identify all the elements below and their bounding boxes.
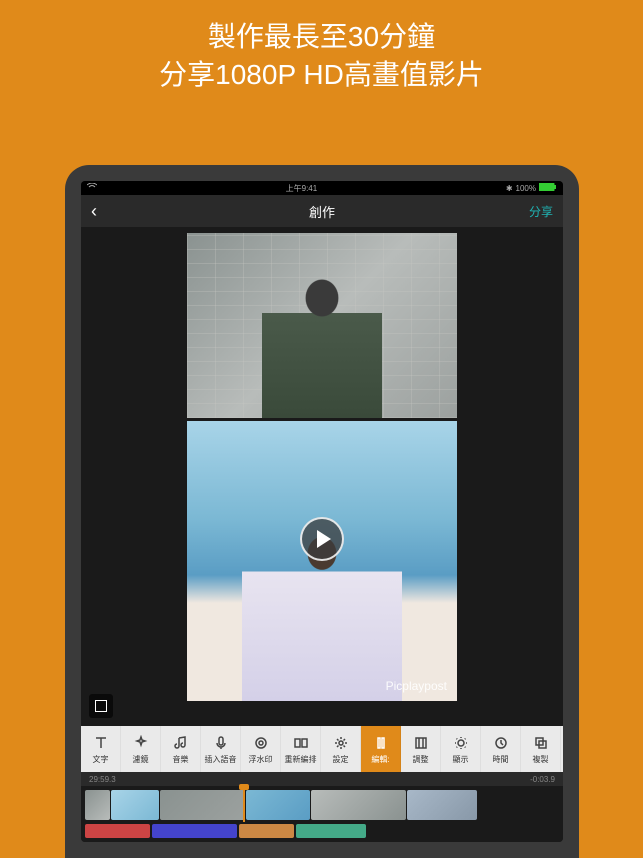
tool-label: 文字 <box>93 754 109 765</box>
tool-display[interactable]: 顯示 <box>441 726 481 772</box>
time-current: 29:59.3 <box>89 775 116 784</box>
reorder-icon <box>292 734 310 752</box>
tool-delete[interactable]: 清除 <box>561 726 563 772</box>
collage-cell-bottom[interactable]: Picplaypost <box>187 421 457 701</box>
music-icon <box>172 734 190 752</box>
tool-reorder[interactable]: 重新編排 <box>281 726 321 772</box>
watermark-text: Picplaypost <box>386 679 447 693</box>
float-icon <box>252 734 270 752</box>
tool-text[interactable]: 文字 <box>81 726 121 772</box>
audio-clip[interactable] <box>296 824 366 838</box>
battery-text: 100% <box>516 184 536 193</box>
audio-clip[interactable] <box>152 824 237 838</box>
time-remaining: -0:03.9 <box>530 775 555 784</box>
video-track[interactable] <box>81 788 563 822</box>
tool-float[interactable]: 浮水印 <box>241 726 281 772</box>
filter-icon <box>132 734 150 752</box>
tool-adjust[interactable]: 調整 <box>401 726 441 772</box>
wifi-icon <box>87 183 97 193</box>
app-screen: 上午9:41 ✱ 100% ‹ 創作 分享 <box>81 181 563 842</box>
video-clip[interactable] <box>111 790 159 820</box>
tool-label: 編輯: <box>371 754 389 765</box>
page-title: 創作 <box>309 202 335 221</box>
tool-label: 重新編排 <box>285 754 317 765</box>
status-bar: 上午9:41 ✱ 100% <box>81 181 563 195</box>
audio-track[interactable] <box>81 822 563 840</box>
video-clip[interactable] <box>407 790 477 820</box>
tool-time[interactable]: 時間 <box>481 726 521 772</box>
video-clip[interactable] <box>85 790 110 820</box>
tool-settings[interactable]: 設定 <box>321 726 361 772</box>
edit-icon <box>372 734 390 752</box>
preview-area: Picplaypost <box>81 227 563 726</box>
settings-icon <box>332 734 350 752</box>
tool-copy[interactable]: 複製 <box>521 726 561 772</box>
video-clip[interactable] <box>311 790 406 820</box>
audio-clip[interactable] <box>85 824 150 838</box>
tool-label: 調整 <box>413 754 429 765</box>
collage-preview[interactable]: Picplaypost <box>187 233 457 701</box>
editor-toolbar: 文字 濾鏡 音樂 插入語音 浮水印 重新編排 設定 編輯: 調整 顯示 時間 複製 清除 <box>81 726 563 772</box>
timeline[interactable] <box>81 786 563 842</box>
share-button[interactable]: 分享 <box>529 203 553 220</box>
nav-bar: ‹ 創作 分享 <box>81 195 563 227</box>
tool-edit[interactable]: 編輯: <box>361 726 401 772</box>
tool-label: 浮水印 <box>249 754 273 765</box>
copy-icon <box>532 734 550 752</box>
video-clip[interactable] <box>160 790 245 820</box>
promo-headline: 製作最長至30分鐘 分享1080P HD高畫值影片 <box>0 0 643 124</box>
voice-icon <box>212 734 230 752</box>
tool-label: 濾鏡 <box>133 754 149 765</box>
bluetooth-icon: ✱ <box>506 184 513 193</box>
tool-label: 顯示 <box>453 754 469 765</box>
display-icon <box>452 734 470 752</box>
tablet-frame: 上午9:41 ✱ 100% ‹ 創作 分享 <box>65 165 579 858</box>
fullscreen-button[interactable] <box>89 694 113 718</box>
tool-voice[interactable]: 插入語音 <box>201 726 241 772</box>
tool-label: 音樂 <box>173 754 189 765</box>
playhead[interactable] <box>243 788 245 822</box>
tool-label: 時間 <box>493 754 509 765</box>
play-icon <box>317 530 331 548</box>
back-button[interactable]: ‹ <box>91 201 97 222</box>
tool-label: 插入語音 <box>205 754 237 765</box>
tool-filter[interactable]: 濾鏡 <box>121 726 161 772</box>
collage-cell-top[interactable] <box>187 233 457 418</box>
status-time: 上午9:41 <box>286 183 318 194</box>
tool-music[interactable]: 音樂 <box>161 726 201 772</box>
time-bar: 29:59.3 -0:03.9 <box>81 772 563 786</box>
adjust-icon <box>412 734 430 752</box>
tool-label: 複製 <box>533 754 549 765</box>
fullscreen-icon <box>95 700 107 712</box>
tool-label: 設定 <box>333 754 349 765</box>
audio-clip[interactable] <box>239 824 294 838</box>
battery-icon <box>539 183 557 193</box>
time-icon <box>492 734 510 752</box>
play-button[interactable] <box>300 517 344 561</box>
text-icon <box>92 734 110 752</box>
video-clip[interactable] <box>246 790 310 820</box>
